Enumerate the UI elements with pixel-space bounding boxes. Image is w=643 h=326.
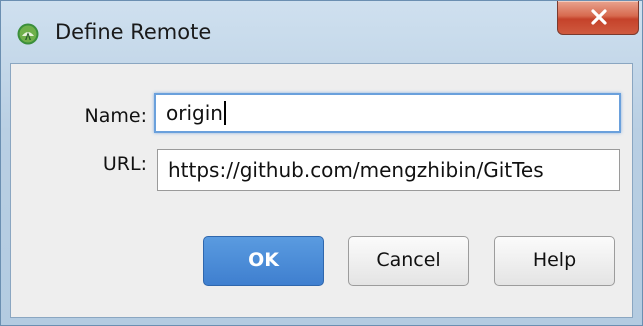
title-bar[interactable]: Define Remote (1, 1, 642, 63)
close-icon (591, 9, 607, 25)
help-button[interactable]: Help (494, 236, 615, 286)
dialog-content: Name: origin URL: https://github.com/men… (10, 63, 633, 318)
name-label: Name: (84, 105, 147, 127)
text-caret (223, 100, 226, 125)
url-field[interactable]: https://github.com/mengzhibin/GitTes (157, 149, 620, 191)
url-field-value: https://github.com/mengzhibin/GitTes (168, 158, 544, 182)
dialog-window: Define Remote Name: origin URL: https://… (0, 0, 643, 326)
android-studio-icon (17, 23, 39, 45)
close-button[interactable] (557, 1, 639, 35)
dialog-title: Define Remote (55, 20, 212, 44)
cancel-button[interactable]: Cancel (348, 236, 469, 286)
url-label: URL: (102, 153, 147, 175)
name-field-value: origin (166, 101, 223, 125)
ok-button[interactable]: OK (203, 236, 324, 286)
name-field[interactable]: origin (154, 93, 621, 133)
